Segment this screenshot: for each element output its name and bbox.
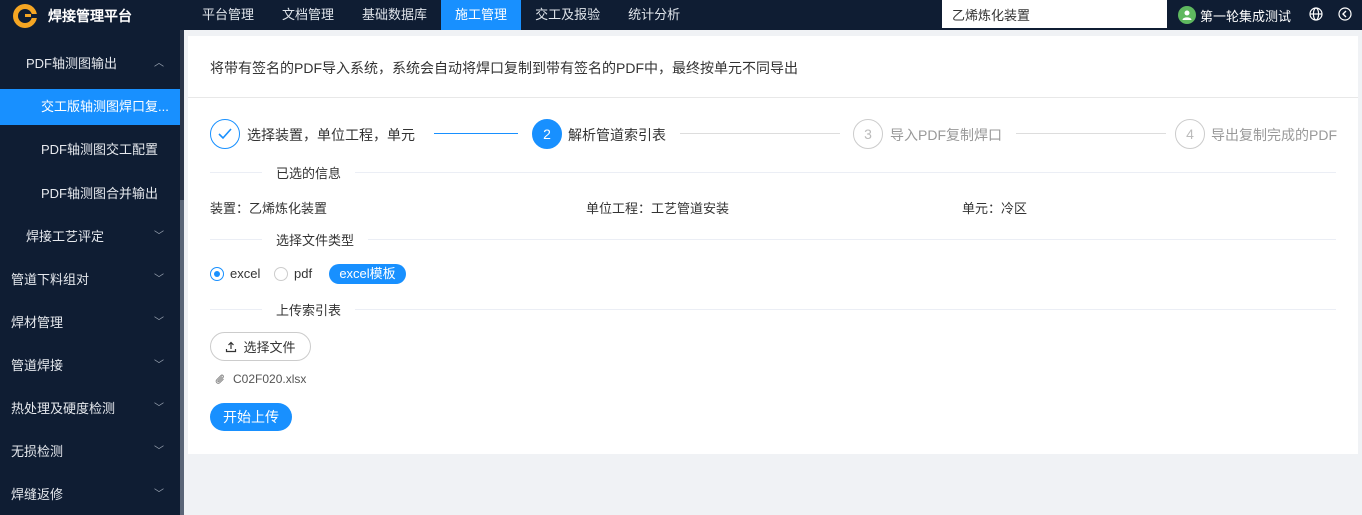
upload-divider: 上传索引表 xyxy=(210,300,1336,319)
sidebar-item-heat-treatment[interactable]: 热处理及硬度检测 ﹀ xyxy=(0,391,180,427)
radio-excel-label: excel xyxy=(230,266,261,281)
step-1-connector xyxy=(434,133,518,134)
sidebar-item-weld-repair[interactable]: 焊缝返修 ﹀ xyxy=(0,477,180,513)
sidebar-item-pipe-cutting[interactable]: 管道下料组对 ﹀ xyxy=(0,262,180,298)
app-title: 焊接管理平台 xyxy=(48,8,132,24)
sidebar-item-label: 管道焊接 xyxy=(11,358,64,373)
top-nav: 平台管理 文档管理 基础数据库 施工管理 交工及报验 统计分析 xyxy=(188,0,694,30)
sidebar-item-pdf-merge[interactable]: PDF轴测图合并输出 xyxy=(0,176,180,212)
sidebar-item-label: 交工版轴测图焊口复... xyxy=(41,99,169,114)
sidebar-item-weld-copy[interactable]: 交工版轴测图焊口复... xyxy=(0,89,180,125)
sidebar-item-pipe-welding[interactable]: 管道焊接 ﹀ xyxy=(0,348,180,384)
avatar xyxy=(1178,6,1196,24)
step-2-label: 解析管道索引表 xyxy=(568,127,666,143)
file-type-divider: 选择文件类型 xyxy=(210,230,1336,249)
uploaded-file[interactable]: C02F020.xlsx xyxy=(214,372,306,386)
chevron-down-icon: ﹀ xyxy=(154,403,164,414)
step-2-connector xyxy=(680,133,840,134)
user-icon xyxy=(1182,10,1192,20)
choose-file-button[interactable]: 选择文件 xyxy=(210,332,311,361)
sidebar-item-pdf-output[interactable]: PDF轴测图输出 ︿ xyxy=(0,46,180,82)
app-logo-icon xyxy=(13,4,37,28)
step-3-circle: 3 xyxy=(853,119,883,149)
globe-icon[interactable] xyxy=(1308,6,1324,22)
sidebar-item-welding-material[interactable]: 焊材管理 ﹀ xyxy=(0,305,180,341)
step-1-label: 选择装置，单位工程，单元 xyxy=(247,127,415,143)
chevron-down-icon: ﹀ xyxy=(154,274,164,285)
nav-database[interactable]: 基础数据库 xyxy=(348,0,441,30)
nav-platform[interactable]: 平台管理 xyxy=(188,0,268,30)
sidebar-item-pdf-config[interactable]: PDF轴测图交工配置 xyxy=(0,132,180,168)
chevron-down-icon: ﹀ xyxy=(154,317,164,328)
start-upload-button[interactable]: 开始上传 xyxy=(210,403,292,431)
step-3-label: 导入PDF复制焊口 xyxy=(890,127,1002,143)
sidebar-item-weld-procedure[interactable]: 焊接工艺评定 ﹀ xyxy=(0,219,180,255)
sidebar-item-label: 管道下料组对 xyxy=(11,272,90,287)
sidebar-item-label: PDF轴测图合并输出 xyxy=(41,186,159,201)
sidebar-item-label: PDF轴测图输出 xyxy=(26,56,118,71)
selected-device: 装置：乙烯炼化装置 xyxy=(210,201,328,216)
selected-info-title: 已选的信息 xyxy=(262,163,356,182)
radio-pdf[interactable]: pdf xyxy=(274,266,312,281)
sidebar-item-label: PDF轴测图交工配置 xyxy=(41,142,159,157)
sidebar-item-label: 焊材管理 xyxy=(11,315,64,330)
chevron-down-icon: ﹀ xyxy=(154,231,164,242)
chevron-down-icon: ﹀ xyxy=(154,360,164,371)
file-name: C02F020.xlsx xyxy=(233,372,307,386)
upload-title: 上传索引表 xyxy=(262,300,356,319)
sidebar-item-label: 热处理及硬度检测 xyxy=(11,401,116,416)
user-name: 第一轮集成测试 xyxy=(1200,8,1292,24)
user-menu[interactable]: 第一轮集成测试 xyxy=(1178,3,1291,27)
upload-icon xyxy=(226,341,237,352)
step-1-circle xyxy=(210,119,240,149)
selected-unit-project: 单位工程：工艺管道安装 xyxy=(586,201,730,216)
sidebar-item-label: 无损检测 xyxy=(11,444,64,459)
radio-pdf-dot[interactable] xyxy=(274,266,288,281)
page-description: 将带有签名的PDF导入系统，系统会自动将焊口复制到带有签名的PDF中，最终按单元… xyxy=(210,60,798,76)
logout-icon[interactable] xyxy=(1337,6,1353,22)
paperclip-icon xyxy=(215,374,224,384)
nav-construction[interactable]: 施工管理 xyxy=(441,0,522,30)
nav-statistics[interactable]: 统计分析 xyxy=(614,0,694,30)
sidebar-scrollbar-thumb[interactable] xyxy=(180,200,184,515)
check-icon xyxy=(218,128,232,140)
choose-file-label: 选择文件 xyxy=(243,340,296,355)
sidebar-item-label: 焊缝返修 xyxy=(11,487,64,502)
excel-template-button[interactable]: excel模板 xyxy=(329,264,406,284)
radio-pdf-label: pdf xyxy=(294,266,313,281)
step-2-circle: 2 xyxy=(532,119,562,149)
nav-documents[interactable]: 文档管理 xyxy=(268,0,348,30)
file-type-title: 选择文件类型 xyxy=(262,230,369,249)
step-4-circle: 4 xyxy=(1175,119,1205,149)
sidebar-item-label: 焊接工艺评定 xyxy=(26,229,105,244)
selected-unit: 单元：冷区 xyxy=(962,201,1028,216)
step-4-label: 导出复制完成的PDF xyxy=(1211,127,1337,143)
steps: 选择装置，单位工程，单元 2 解析管道索引表 3 导入PDF复制焊口 4 导出复… xyxy=(210,119,1340,149)
top-bar: 焊接管理平台 平台管理 文档管理 基础数据库 施工管理 交工及报验 统计分析 第… xyxy=(0,0,1362,30)
radio-excel-dot[interactable] xyxy=(210,266,224,281)
card-header: 将带有签名的PDF导入系统，系统会自动将焊口复制到带有签名的PDF中，最终按单元… xyxy=(188,36,1358,98)
chevron-down-icon: ﹀ xyxy=(154,489,164,500)
step-3-connector xyxy=(1016,133,1166,134)
sidebar-item-ndt[interactable]: 无损检测 ﹀ xyxy=(0,434,180,470)
device-search-input[interactable] xyxy=(942,0,1167,28)
chevron-up-icon: ︿ xyxy=(154,58,164,69)
radio-excel[interactable]: excel xyxy=(210,266,260,281)
selected-info-divider: 已选的信息 xyxy=(210,163,1336,182)
chevron-down-icon: ﹀ xyxy=(154,446,164,457)
nav-handover[interactable]: 交工及报验 xyxy=(521,0,614,30)
content-card: 将带有签名的PDF导入系统，系统会自动将焊口复制到带有签名的PDF中，最终按单元… xyxy=(188,36,1358,454)
